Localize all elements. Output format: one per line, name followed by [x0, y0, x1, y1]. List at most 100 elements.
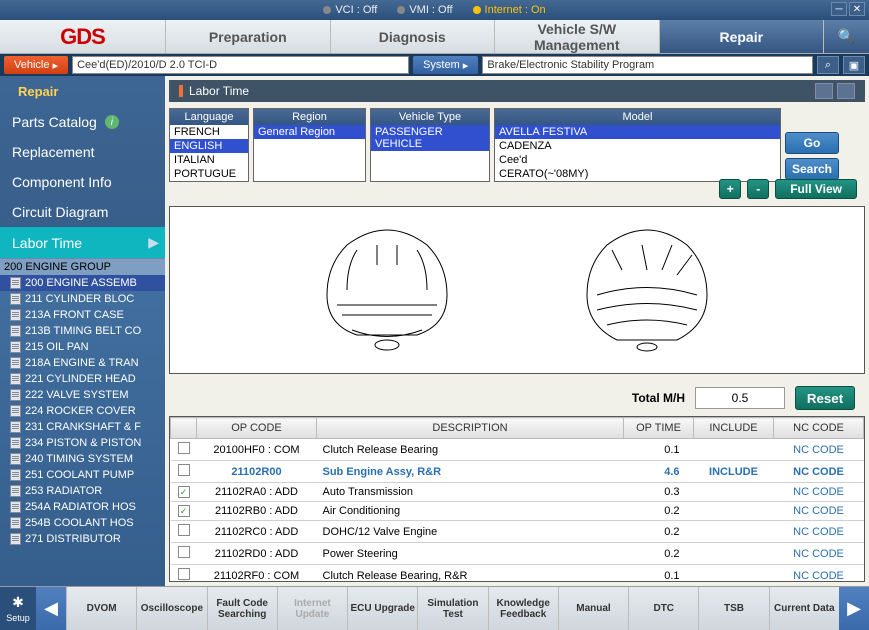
toolbar-next[interactable]: ▶: [839, 587, 869, 630]
record-icon: ▣: [849, 59, 859, 72]
vmi-status: VMI : Off: [397, 4, 452, 16]
tool-button[interactable]: Current Data: [769, 587, 839, 630]
nc-code-link[interactable]: NC CODE: [774, 565, 864, 582]
list-item[interactable]: CADENZA: [495, 139, 780, 153]
toolbar-prev[interactable]: ◀: [36, 587, 66, 630]
table-row[interactable]: 21102RF0 : COMClutch Release Bearing, R&…: [171, 565, 864, 582]
setup-button[interactable]: ✱ Setup: [0, 587, 36, 630]
tool-button[interactable]: Fault Code Searching: [207, 587, 277, 630]
tree-item[interactable]: 251 COOLANT PUMP: [0, 467, 165, 483]
zoom-out-button[interactable]: -: [747, 179, 769, 199]
tab-preparation[interactable]: Preparation: [165, 20, 330, 53]
list-item[interactable]: Cee'd: [495, 153, 780, 167]
tab-repair[interactable]: Repair: [659, 20, 824, 53]
go-button[interactable]: Go: [785, 132, 839, 154]
tab-vehicle-sw[interactable]: Vehicle S/W Management: [494, 20, 659, 53]
tree-item[interactable]: 224 ROCKER COVER: [0, 403, 165, 419]
sidebar-item-parts-catalog[interactable]: Parts Catalogi: [0, 107, 165, 137]
system-input[interactable]: [482, 56, 813, 74]
checkbox[interactable]: ✓: [178, 505, 190, 517]
tool-button[interactable]: Oscilloscope: [136, 587, 206, 630]
tree-item[interactable]: 211 CYLINDER BLOC: [0, 291, 165, 307]
list-item[interactable]: PORTUGUE: [170, 167, 248, 181]
filter-vtype-list[interactable]: PASSENGER VEHICLE: [371, 125, 489, 181]
tree-item[interactable]: 231 CRANKSHAFT & F: [0, 419, 165, 435]
full-view-button[interactable]: Full View: [775, 179, 857, 199]
record-button[interactable]: ▣: [843, 56, 865, 74]
filter-model-list[interactable]: AVELLA FESTIVACADENZACee'dCERATO(~'08MY): [495, 125, 780, 181]
list-item[interactable]: AVELLA FESTIVA: [495, 125, 780, 139]
table-row[interactable]: 20100HF0 : COMClutch Release Bearing0.1N…: [171, 439, 864, 461]
sidebar-item-circuit-diagram[interactable]: Circuit Diagram: [0, 197, 165, 227]
tree-item[interactable]: 200 ENGINE GROUP: [0, 259, 165, 275]
tree-item[interactable]: 200 ENGINE ASSEMB: [0, 275, 165, 291]
zoom-in-button[interactable]: +: [719, 179, 741, 199]
expand-button[interactable]: [815, 83, 833, 99]
parts-tree: 200 ENGINE GROUP200 ENGINE ASSEMB211 CYL…: [0, 258, 165, 586]
checkbox[interactable]: [178, 568, 190, 580]
sidebar-item-component-info[interactable]: Component Info: [0, 167, 165, 197]
table-row[interactable]: 21102RC0 : ADDDOHC/12 Valve Engine0.2NC …: [171, 521, 864, 543]
filter-region-list[interactable]: General Region: [254, 125, 365, 181]
tree-item[interactable]: 253 RADIATOR: [0, 483, 165, 499]
tree-item[interactable]: 213B TIMING BELT CO: [0, 323, 165, 339]
camera-button[interactable]: ⌕: [817, 56, 839, 74]
table-row[interactable]: 21102RD0 : ADDPower Steering0.2NC CODE: [171, 543, 864, 565]
tree-item[interactable]: 240 TIMING SYSTEM: [0, 451, 165, 467]
list-item[interactable]: General Region: [254, 125, 365, 139]
tool-button[interactable]: Simulation Test: [417, 587, 487, 630]
sidebar-item-labor-time[interactable]: Labor Time▶: [0, 227, 165, 258]
table-row[interactable]: ✓21102RB0 : ADDAir Conditioning0.2NC COD…: [171, 502, 864, 521]
nc-code-link[interactable]: NC CODE: [774, 439, 864, 461]
tool-button[interactable]: ECU Upgrade: [347, 587, 417, 630]
list-item[interactable]: FRENCH: [170, 125, 248, 139]
list-item[interactable]: PASSENGER VEHICLE: [371, 125, 489, 151]
print-button[interactable]: [837, 83, 855, 99]
checkbox[interactable]: ✓: [178, 486, 190, 498]
close-button[interactable]: ✕: [849, 2, 865, 16]
tree-item[interactable]: 254A RADIATOR HOS: [0, 499, 165, 515]
vehicle-selector[interactable]: Vehicle ▸: [4, 56, 68, 74]
sidebar-item-replacement[interactable]: Replacement: [0, 137, 165, 167]
main-nav: GDS Preparation Diagnosis Vehicle S/W Ma…: [0, 20, 869, 54]
table-row[interactable]: ✓21102RA0 : ADDAuto Transmission0.3NC CO…: [171, 483, 864, 502]
reset-button[interactable]: Reset: [795, 386, 855, 410]
nc-code-link[interactable]: NC CODE: [774, 521, 864, 543]
tree-item[interactable]: 213A FRONT CASE: [0, 307, 165, 323]
tool-button[interactable]: Internet Update: [277, 587, 347, 630]
nc-code-link[interactable]: NC CODE: [774, 483, 864, 502]
minimize-button[interactable]: ─: [831, 2, 847, 16]
checkbox[interactable]: [178, 442, 190, 454]
tab-diagnosis[interactable]: Diagnosis: [330, 20, 495, 53]
tree-item[interactable]: 221 CYLINDER HEAD: [0, 371, 165, 387]
list-item[interactable]: ITALIAN: [170, 153, 248, 167]
table-header: INCLUDE: [694, 418, 774, 439]
tool-button[interactable]: DVOM: [66, 587, 136, 630]
tool-button[interactable]: TSB: [698, 587, 768, 630]
total-input[interactable]: [695, 387, 785, 409]
checkbox[interactable]: [178, 464, 190, 476]
tree-item[interactable]: 215 OIL PAN: [0, 339, 165, 355]
tree-item[interactable]: 218A ENGINE & TRAN: [0, 355, 165, 371]
tree-item[interactable]: 254B COOLANT HOS: [0, 515, 165, 531]
system-selector[interactable]: System ▸: [413, 56, 478, 74]
tree-item[interactable]: 222 VALVE SYSTEM: [0, 387, 165, 403]
tool-button[interactable]: DTC: [628, 587, 698, 630]
checkbox[interactable]: [178, 546, 190, 558]
checkbox[interactable]: [178, 524, 190, 536]
table-header: OP TIME: [624, 418, 694, 439]
tree-item[interactable]: 234 PISTON & PISTON: [0, 435, 165, 451]
table-row[interactable]: 21102R00Sub Engine Assy, R&R4.6INCLUDENC…: [171, 461, 864, 483]
diagram-area[interactable]: [169, 206, 865, 374]
nc-code-link[interactable]: NC CODE: [774, 502, 864, 521]
tool-button[interactable]: Knowledge Feedback: [488, 587, 558, 630]
search-button[interactable]: Search: [785, 158, 839, 180]
list-item[interactable]: ENGLISH: [170, 139, 248, 153]
tree-item[interactable]: 271 DISTRIBUTOR: [0, 531, 165, 547]
vehicle-input[interactable]: [72, 56, 409, 74]
nc-code-link[interactable]: NC CODE: [774, 461, 864, 483]
filter-language-list[interactable]: FRENCHENGLISHITALIANPORTUGUE: [170, 125, 248, 181]
nc-code-link[interactable]: NC CODE: [774, 543, 864, 565]
global-search-button[interactable]: 🔍: [823, 20, 869, 53]
tool-button[interactable]: Manual: [558, 587, 628, 630]
